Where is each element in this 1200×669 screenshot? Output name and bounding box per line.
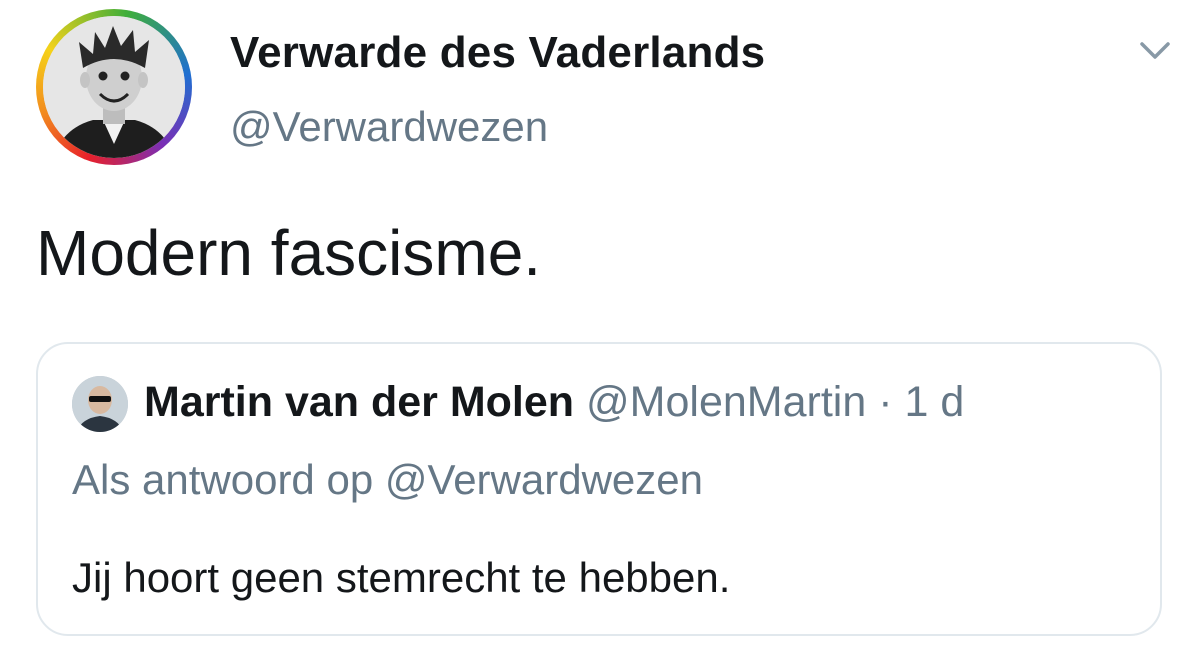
- tweet-text: Modern fascisme.: [36, 217, 542, 289]
- reply-prefix: Als antwoord op: [72, 456, 374, 503]
- author-avatar[interactable]: [36, 9, 192, 165]
- author-avatar-image: [43, 16, 185, 158]
- quoted-tweet-card[interactable]: Martin van der Molen @MolenMartin · 1 d …: [36, 342, 1162, 636]
- chevron-down-icon[interactable]: [1138, 38, 1172, 64]
- author-display-name[interactable]: Verwarde des Vaderlands: [230, 28, 765, 78]
- quoted-tweet-time[interactable]: 1 d: [905, 378, 965, 426]
- quoted-tweet-text: Jij hoort geen stemrecht te hebben.: [72, 554, 731, 601]
- author-handle[interactable]: @Verwardwezen: [230, 103, 548, 151]
- quoted-tweet-header: Martin van der Molen @MolenMartin · 1 d: [144, 374, 964, 430]
- reply-context: Als antwoord op @Verwardwezen: [72, 456, 703, 504]
- quoted-author-handle[interactable]: @MolenMartin: [586, 378, 866, 426]
- separator-dot: ·: [878, 378, 893, 426]
- reply-to-handle[interactable]: @Verwardwezen: [385, 456, 703, 503]
- quoted-author-name[interactable]: Martin van der Molen: [144, 378, 574, 426]
- quoted-author-avatar[interactable]: [72, 376, 128, 432]
- tweet: Verwarde des Vaderlands @Verwardwezen Mo…: [0, 0, 1200, 669]
